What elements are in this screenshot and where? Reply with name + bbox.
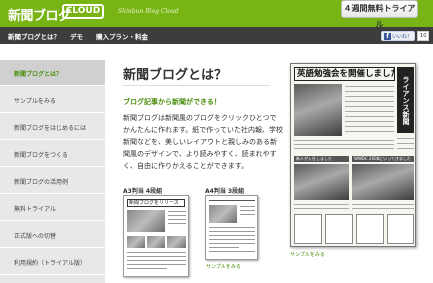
sidebar-item-label: 利用規約（トライアル版） xyxy=(14,260,86,267)
sidebar-item-free-trial[interactable]: 無料トライアル xyxy=(0,195,105,221)
text-line xyxy=(240,210,255,211)
text-line xyxy=(397,148,414,149)
sidebar-item-label: 新聞ブログの活用例 xyxy=(14,179,69,186)
text-line xyxy=(127,256,186,257)
text-line xyxy=(352,204,414,205)
sidebar-item-terms[interactable]: 利用規約（トライアル版） xyxy=(0,249,105,275)
text-line xyxy=(345,111,394,112)
nav-item-about[interactable]: 新聞ブログとは？ xyxy=(8,31,60,41)
sample-caption-a3: A3判当 4段組 xyxy=(123,188,163,195)
preview-photo-left xyxy=(294,164,349,200)
text-line xyxy=(168,211,186,212)
title-divider xyxy=(123,85,270,86)
description-text: 新聞ブログは新聞風のブログをクリックひとつでかんたんに作れます。紙で作っていた社… xyxy=(123,114,283,170)
logo-cloud-badge[interactable]: CLOUD xyxy=(62,4,104,19)
text-line xyxy=(352,208,414,209)
text-line xyxy=(127,268,167,269)
facebook-like-label: いいね！ xyxy=(392,33,413,40)
text-line xyxy=(294,208,349,209)
text-line xyxy=(345,96,394,97)
text-line xyxy=(209,239,255,240)
text-line xyxy=(209,227,255,228)
text-line xyxy=(127,260,186,261)
preview-photo-right xyxy=(352,164,414,200)
sample-a3-photo xyxy=(147,236,165,248)
sidebar-item-getting-started[interactable]: 新聞ブログをはじめるには xyxy=(0,114,105,140)
sample-a4-photo xyxy=(209,205,237,223)
nav-item-demo[interactable]: デモ xyxy=(70,31,83,41)
sidebar: 新聞ブログとは？ サンプルをみる 新聞ブログをはじめるには 新聞ブログをつくる … xyxy=(0,60,105,283)
sidebar-item-create[interactable]: 新聞ブログをつくる xyxy=(0,141,105,167)
sidebar-item-about[interactable]: 新聞ブログとは？ xyxy=(0,60,105,86)
text-line xyxy=(345,121,394,122)
nav-item-pricing[interactable]: 購入プラン・料金 xyxy=(96,31,148,41)
text-line xyxy=(240,214,255,215)
text-line xyxy=(168,215,186,216)
text-line xyxy=(127,264,186,265)
sidebar-item-label: 正式版への切替 xyxy=(14,233,57,240)
preview-section-band-right: WWDC 2008にいってきました xyxy=(352,156,414,162)
sidebar-item-upgrade[interactable]: 正式版への切替 xyxy=(0,222,105,248)
sample-a3-photo xyxy=(127,236,145,248)
text-line xyxy=(294,204,349,205)
text-line xyxy=(345,86,394,87)
text-line xyxy=(345,106,394,107)
text-line xyxy=(397,143,414,144)
preview-ad-box xyxy=(356,214,384,244)
main-nav: 新聞ブログとは？ デモ 購入プラン・料金 f いいね！ 10 xyxy=(0,27,433,44)
preview-main-photo xyxy=(294,84,342,136)
facebook-like-count: 10 xyxy=(417,31,430,41)
text-line xyxy=(345,131,394,132)
preview-ad-box xyxy=(294,214,322,244)
preview-ad-box xyxy=(387,214,414,244)
text-line xyxy=(294,144,394,145)
sidebar-item-label: 新聞ブログとは？ xyxy=(14,71,63,78)
site-header: 新聞ブログ CLOUD Shinbun Blog Cloud ４週間無料トライア… xyxy=(0,0,433,29)
text-line xyxy=(168,223,186,224)
sidebar-item-sample[interactable]: サンプルをみる xyxy=(0,87,105,113)
text-line xyxy=(345,126,394,127)
text-line xyxy=(345,91,394,92)
preview-section-band-left: 新人が入社しました xyxy=(294,156,349,162)
sample-a3-photo xyxy=(167,236,186,248)
sample-caption-a4: A4判当 3段組 xyxy=(205,188,245,195)
sample-thumbnail-a3[interactable]: 新聞ブログをリリース xyxy=(123,195,189,277)
sample-a3-headline: 新聞ブログをリリース xyxy=(127,199,185,207)
sidebar-item-use-cases[interactable]: 新聞ブログの活用例 xyxy=(0,168,105,194)
free-trial-button[interactable]: ４週間無料トライアル xyxy=(341,0,418,29)
text-line xyxy=(209,200,255,201)
text-line xyxy=(397,138,414,139)
text-line xyxy=(127,252,186,253)
text-line xyxy=(209,243,255,244)
facebook-like-widget[interactable]: f いいね！ 10 xyxy=(381,31,430,41)
page-title: 新聞ブログとは？ xyxy=(123,68,228,83)
text-line xyxy=(209,231,255,232)
text-line xyxy=(345,116,394,117)
facebook-like-button[interactable]: f いいね！ xyxy=(381,31,416,41)
sample-thumbnail-a4[interactable] xyxy=(205,195,258,260)
preview-ad-box xyxy=(325,214,353,244)
sample-a4-link[interactable]: サンプルをみる xyxy=(206,263,241,270)
preview-sample-link[interactable]: サンプルをみる xyxy=(290,251,325,258)
sample-a3-photo xyxy=(127,210,165,232)
sidebar-item-label: 新聞ブログをはじめるには xyxy=(14,125,87,132)
lead-text: ブログ記事から新聞ができる！ xyxy=(123,98,221,106)
newspaper-preview[interactable]: 英語勉強会を開催しました ライアンス新聞 新人が入社しました WWDC 2008… xyxy=(290,63,416,247)
facebook-icon: f xyxy=(384,32,391,40)
text-line xyxy=(345,101,394,102)
preview-headline: 英語勉強会を開催しました xyxy=(294,67,395,81)
text-line xyxy=(294,140,394,141)
text-line xyxy=(294,148,394,149)
text-line xyxy=(209,247,239,248)
sidebar-item-label: 新聞ブログをつくる xyxy=(14,152,68,159)
text-line xyxy=(240,206,255,207)
sidebar-item-label: サンプルをみる xyxy=(14,98,56,105)
tagline: Shinbun Blog Cloud xyxy=(118,8,179,15)
text-line xyxy=(168,219,186,220)
text-line xyxy=(209,235,255,236)
preview-vertical-title: ライアンス新聞 xyxy=(397,67,414,133)
sidebar-item-label: 無料トライアル xyxy=(14,206,56,213)
text-line xyxy=(209,251,255,252)
